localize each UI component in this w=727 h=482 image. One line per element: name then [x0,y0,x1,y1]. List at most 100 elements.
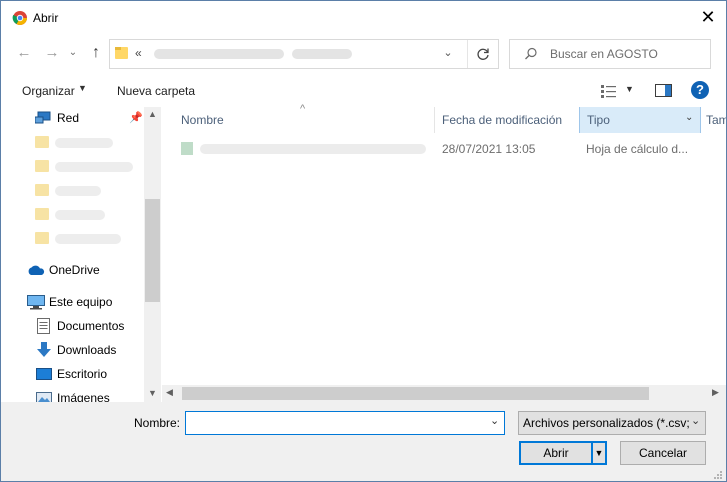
filename-field[interactable]: ⌄ [185,411,505,435]
arrow-up-icon: ↑ [92,44,100,61]
search-input[interactable]: Buscar en AGOSTO [550,47,658,61]
sidebar-item-network[interactable]: Red 📌 [1,107,144,129]
organize-button[interactable]: Organizar [22,84,75,98]
sidebar-item-onedrive[interactable]: OneDrive [1,259,144,281]
address-path-blurred [292,49,352,59]
address-dropdown-button[interactable]: ⌄ [440,45,456,61]
back-button[interactable]: ← [15,44,33,62]
file-type: Hoja de cálculo d... [586,142,689,156]
file-list: ^ Nombre Fecha de modificación Tipo ⌄ Ta… [162,103,726,402]
blurred-label [55,138,113,148]
sidebar-item-label: Downloads [57,343,117,357]
navigation-pane: Red 📌 OneDrive Este equipo Documentos Do… [1,107,144,402]
excel-file-icon [181,142,193,155]
column-header-label: Nombre [181,113,224,127]
forward-button[interactable]: → [43,44,61,62]
blurred-label [55,186,101,196]
pin-icon: 📌 [129,112,143,124]
blurred-label [55,210,105,220]
content-area: Red 📌 OneDrive Este equipo Documentos Do… [1,103,726,402]
sidebar-item-pictures[interactable]: Imágenes [1,387,144,402]
sidebar-scrollbar[interactable]: ▲ ▼ [144,107,161,402]
computer-icon [27,295,45,310]
search-box[interactable]: Buscar en AGOSTO [509,39,711,69]
window-title: Abrir [33,11,59,25]
address-overflow[interactable]: « [135,46,142,60]
folder-icon [35,160,49,172]
address-path-blurred [154,49,284,59]
sidebar-item-label: Este equipo [49,295,113,309]
resize-grip-icon[interactable] [713,470,723,480]
file-type-filter[interactable]: Archivos personalizados (*.csv;* ⌄ [518,411,706,435]
chevron-down-icon: ⌄ [691,415,701,427]
chevron-down-icon: ⌄ [68,47,78,58]
onedrive-cloud-icon [28,265,45,275]
folder-icon [35,136,49,148]
documents-icon [37,318,50,334]
blurred-label [55,162,133,172]
sidebar-item-label: Red [57,111,80,125]
column-header-modified[interactable]: Fecha de modificación [435,107,579,133]
open-file-dialog: Abrir ✕ ← → ⌄ ↑ « ⌄ Buscar en AGOSTO Org… [0,0,727,482]
download-arrow-icon [37,342,51,357]
blurred-label [55,234,121,244]
sidebar-item-folder[interactable] [1,131,144,153]
column-header-name[interactable]: Nombre [162,107,434,133]
sidebar-item-downloads[interactable]: Downloads [1,339,144,361]
refresh-button[interactable] [467,40,498,68]
dialog-footer: Nombre: ⌄ Archivos personalizados (*.csv… [1,402,726,481]
help-button[interactable]: ? [691,81,709,99]
sidebar-item-documents[interactable]: Documentos [1,315,144,337]
column-header-label: Fecha de modificación [442,113,563,127]
sidebar-item-label: Escritorio [57,367,108,381]
preview-pane-button[interactable] [655,82,673,100]
sidebar-item-folder[interactable] [1,203,144,225]
desktop-icon [36,368,52,380]
file-list-hscrollbar[interactable]: ◀ ▶ [162,385,726,402]
view-list-icon [601,85,616,98]
pictures-icon [36,392,52,402]
sidebar-item-this-pc[interactable]: Este equipo [1,291,144,313]
help-icon: ? [696,82,704,97]
scroll-up-icon[interactable]: ▲ [148,109,157,119]
folder-icon [35,208,49,220]
scroll-down-icon[interactable]: ▼ [148,388,157,398]
scroll-right-icon[interactable]: ▶ [712,387,719,398]
recent-locations-button[interactable]: ⌄ [67,44,79,62]
cancel-button-label: Cancelar [638,446,688,460]
up-button[interactable]: ↑ [87,44,105,62]
chrome-icon [12,11,27,25]
folder-icon [35,232,49,244]
command-bar: Organizar ▼ Nueva carpeta ▼ ? [1,74,726,108]
sidebar-item-desktop[interactable]: Escritorio [1,363,144,385]
column-header-type[interactable]: Tipo ⌄ [579,107,701,133]
caret-down-icon: ▼ [625,84,634,94]
open-split-dropdown[interactable]: ▼ [591,441,607,465]
caret-down-icon: ▼ [594,448,604,458]
blurred-file-name [200,144,426,154]
chevron-down-icon[interactable]: ⌄ [490,414,499,427]
caret-down-icon: ▼ [78,83,87,93]
scrollbar-thumb[interactable] [182,387,649,400]
close-button[interactable]: ✕ [698,7,718,27]
cancel-button[interactable]: Cancelar [620,441,706,465]
change-view-button[interactable]: ▼ [599,82,635,100]
search-icon [525,47,537,60]
column-header-size[interactable]: Tam [701,107,726,133]
scroll-left-icon[interactable]: ◀ [166,387,173,398]
sidebar-item-label: OneDrive [49,263,100,277]
address-row: ← → ⌄ ↑ « ⌄ Buscar en AGOSTO [1,34,726,74]
open-button[interactable]: Abrir [519,441,593,465]
sidebar-item-folder[interactable] [1,179,144,201]
sidebar-item-folder[interactable] [1,155,144,177]
address-bar[interactable]: « ⌄ [109,39,499,69]
sidebar-item-label: Documentos [57,319,125,333]
folder-icon [115,47,128,59]
chevron-down-icon: ⌄ [685,112,694,123]
new-folder-button[interactable]: Nueva carpeta [117,84,195,98]
sidebar-item-folder[interactable] [1,227,144,249]
scrollbar-thumb[interactable] [145,199,160,302]
folder-icon [35,184,49,196]
file-row[interactable]: 28/07/2021 13:05 Hoja de cálculo d... [162,137,726,159]
file-modified: 28/07/2021 13:05 [442,142,536,156]
